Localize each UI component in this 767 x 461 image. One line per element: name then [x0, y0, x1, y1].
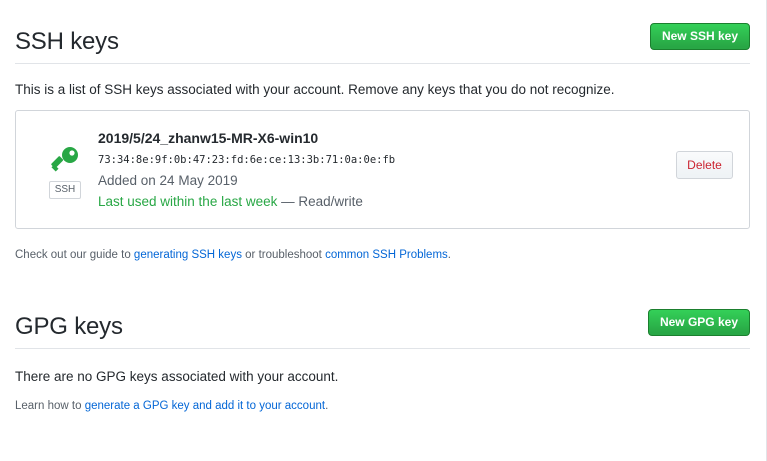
new-gpg-key-button[interactable]: New GPG key: [647, 309, 750, 336]
ssh-key-added-date: Added on 24 May 2019: [98, 173, 238, 188]
delete-ssh-key-button[interactable]: Delete: [676, 151, 733, 179]
ssh-key-access: — Read/write: [277, 194, 363, 209]
generating-ssh-keys-link[interactable]: generating SSH keys: [134, 249, 242, 261]
gpg-empty-message: There are no GPG keys associated with yo…: [15, 369, 339, 384]
new-ssh-key-button[interactable]: New SSH key: [649, 23, 750, 50]
ssh-key-last-used-text: Last used within the last week: [98, 194, 278, 209]
ssh-key-item: SSH 2019/5/24_zhanw15-MR-X6-win10 73:34:…: [15, 110, 750, 229]
gpg-keys-section: GPG keys New GPG key: [15, 307, 750, 349]
common-ssh-problems-link[interactable]: common SSH Problems: [325, 249, 448, 261]
ssh-badge: SSH: [49, 181, 81, 199]
ssh-key-title: 2019/5/24_zhanw15-MR-X6-win10: [98, 130, 319, 146]
gpg-learn-suffix: .: [325, 400, 329, 412]
ssh-guide-note: Check out our guide to generating SSH ke…: [15, 249, 451, 261]
ssh-keys-section: SSH keys New SSH key: [15, 22, 750, 64]
ssh-guide-prefix: Check out our guide to: [15, 249, 134, 261]
ssh-keys-intro: This is a list of SSH keys associated wi…: [15, 82, 615, 97]
generate-gpg-key-link[interactable]: generate a GPG key and add it to your ac…: [85, 400, 325, 412]
key-icon: [50, 145, 80, 175]
ssh-guide-middle: or troubleshoot: [241, 249, 326, 261]
ssh-keys-title: SSH keys: [15, 28, 119, 55]
ssh-guide-suffix: .: [447, 249, 451, 261]
ssh-keys-header: SSH keys New SSH key: [15, 22, 750, 64]
gpg-keys-header: GPG keys New GPG key: [15, 307, 750, 349]
gpg-keys-title: GPG keys: [15, 313, 123, 340]
gpg-learn-prefix: Learn how to: [15, 400, 85, 412]
ssh-key-last-used: Last used within the last week — Read/wr…: [98, 194, 363, 209]
gpg-learn-note: Learn how to generate a GPG key and add …: [15, 400, 328, 412]
ssh-key-fingerprint: 73:34:8e:9f:0b:47:23:fd:6e:ce:13:3b:71:0…: [98, 154, 396, 166]
